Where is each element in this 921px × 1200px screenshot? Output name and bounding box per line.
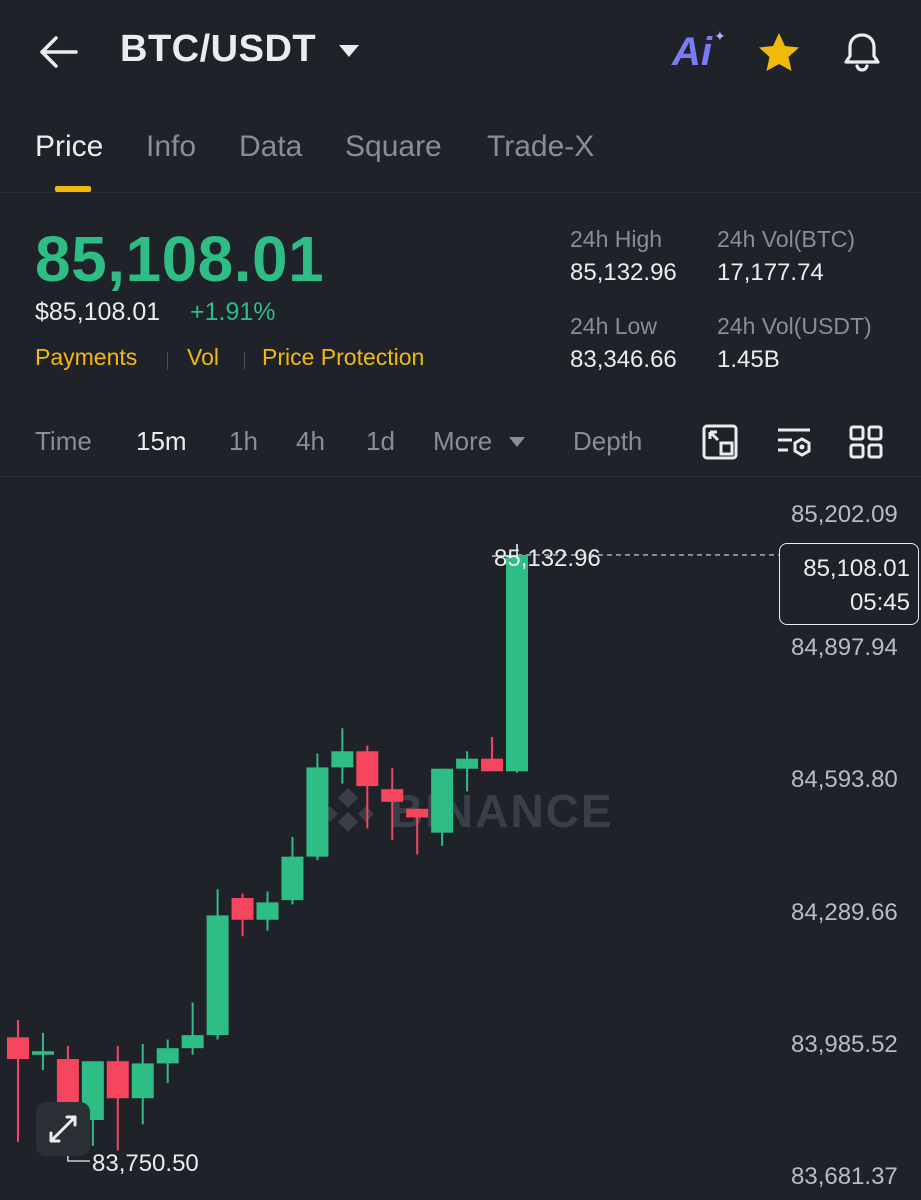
candle-body xyxy=(431,768,454,833)
stat-high-value: 85,132.96 xyxy=(570,259,677,286)
interval-more[interactable]: More xyxy=(433,426,492,457)
y-tick-label: 83,985.52 xyxy=(791,1031,898,1058)
stat-vol-usdt-value: 1.45B xyxy=(717,346,780,373)
y-tick-label: 84,289.66 xyxy=(791,899,898,926)
payments-link[interactable]: Payments xyxy=(35,344,137,371)
star-icon[interactable] xyxy=(756,30,802,76)
ai-icon[interactable]: Ai xyxy=(672,30,712,75)
candle-body xyxy=(7,1037,29,1060)
interval-4h[interactable]: 4h xyxy=(296,426,325,457)
caret-down-icon xyxy=(509,437,525,447)
interval-1h[interactable]: 1h xyxy=(229,426,258,457)
low-marker-label: 83,750.50 xyxy=(92,1150,199,1177)
candle-body xyxy=(306,767,329,857)
usd-price: $85,108.01 xyxy=(35,298,161,326)
price-change-percent: +1.91% xyxy=(190,298,276,326)
stat-low-value: 83,346.66 xyxy=(570,346,677,373)
candle-body xyxy=(31,1051,54,1055)
y-tick-label: 84,897.94 xyxy=(791,634,898,661)
y-tick-label: 85,202.09 xyxy=(791,501,898,528)
candle-body xyxy=(381,789,404,802)
candle-countdown: 05:45 xyxy=(849,589,910,616)
candle-body xyxy=(331,751,354,768)
candle-body xyxy=(506,554,528,772)
interval-1d[interactable]: 1d xyxy=(366,426,395,457)
tab-price[interactable]: Price xyxy=(35,130,103,164)
grid-layout-icon[interactable] xyxy=(846,422,886,462)
divider xyxy=(167,352,168,370)
depth-tab[interactable]: Depth xyxy=(573,426,642,457)
candle-body xyxy=(231,897,254,920)
tab-data[interactable]: Data xyxy=(239,130,302,164)
interval-15m[interactable]: 15m xyxy=(136,426,187,457)
candle-body xyxy=(181,1035,204,1049)
chart-resize-icon[interactable] xyxy=(700,422,740,462)
expand-icon xyxy=(49,1115,77,1143)
indicator-settings-icon[interactable] xyxy=(774,422,814,462)
stat-high-label: 24h High xyxy=(570,226,663,252)
current-price-value: 85,108.01 xyxy=(803,555,910,582)
divider xyxy=(244,352,245,370)
ai-sparkle-icon: ✦ xyxy=(714,28,726,44)
back-arrow-icon[interactable] xyxy=(36,30,80,74)
candle-body xyxy=(256,902,279,920)
high-marker-label: 85,132.96 xyxy=(494,545,601,572)
low-marker-line xyxy=(67,1155,90,1162)
interval-time[interactable]: Time xyxy=(35,426,92,457)
y-tick-label: 84,593.80 xyxy=(791,766,898,793)
candle-body xyxy=(281,856,304,901)
bell-icon[interactable] xyxy=(840,30,884,74)
vol-link[interactable]: Vol xyxy=(187,344,219,371)
stat-vol-btc-label: 24h Vol(BTC) xyxy=(717,226,856,252)
y-tick-label: 83,681.37 xyxy=(791,1163,898,1190)
stat-low-label: 24h Low xyxy=(570,313,657,339)
candle-body xyxy=(481,758,504,772)
stat-vol-usdt-label: 24h Vol(USDT) xyxy=(717,313,872,339)
price-protection-link[interactable]: Price Protection xyxy=(262,344,424,371)
caret-down-icon[interactable] xyxy=(338,44,360,58)
candle-body xyxy=(156,1048,179,1064)
candle-body xyxy=(131,1063,154,1099)
trading-pair-title[interactable]: BTC/USDT xyxy=(120,28,316,71)
candle-body xyxy=(456,758,479,769)
tab-square[interactable]: Square xyxy=(345,130,442,164)
divider xyxy=(0,192,921,193)
candle-body xyxy=(406,808,429,818)
tab-info[interactable]: Info xyxy=(146,130,196,164)
candle-body xyxy=(206,915,229,1036)
candle-body xyxy=(106,1061,129,1099)
last-price: 85,108.01 xyxy=(35,223,325,295)
fullscreen-button[interactable] xyxy=(36,1102,90,1156)
stat-vol-btc-value: 17,177.74 xyxy=(717,259,824,286)
tab-trade-x[interactable]: Trade-X xyxy=(487,130,594,164)
candle-body xyxy=(356,751,379,787)
